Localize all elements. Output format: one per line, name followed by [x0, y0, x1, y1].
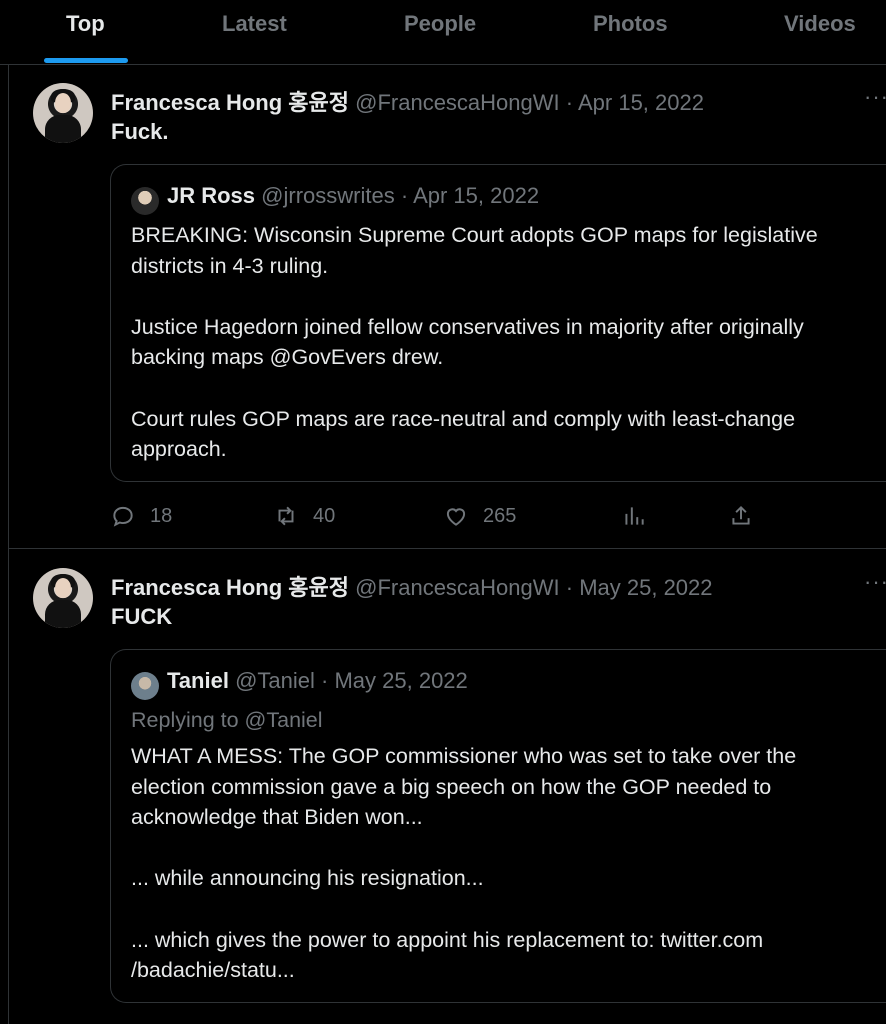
views-button[interactable] — [621, 500, 647, 532]
like-button[interactable]: 265 — [443, 500, 516, 532]
share-button[interactable] — [728, 500, 754, 532]
author-handle[interactable]: @FrancescaHongWI — [355, 575, 560, 600]
quote-avatar — [131, 672, 159, 700]
quote-body: BREAKING: Wisconsin Supreme Court adopts… — [131, 223, 818, 462]
avatar[interactable] — [33, 83, 93, 143]
quote-body: WHAT A MESS: The GOP commissioner who wa… — [131, 744, 797, 983]
retweet-count: 40 — [313, 504, 336, 527]
tweet-divider — [8, 548, 886, 549]
quote-date: · Apr 15, 2022 — [400, 183, 540, 208]
like-icon — [446, 508, 466, 526]
tweet-date[interactable]: · Apr 15, 2022 — [566, 90, 704, 115]
active-tab-indicator — [44, 58, 128, 63]
tab-top[interactable]: Top — [66, 0, 105, 50]
reply-icon — [113, 506, 133, 527]
quoted-tweet[interactable]: JR Ross @jrrosswrites · Apr 15, 2022 BRE… — [110, 164, 886, 482]
tweet-text: FUCK — [111, 604, 173, 629]
tweet-date[interactable]: · May 25, 2022 — [566, 575, 713, 600]
tab-people[interactable]: People — [404, 0, 476, 50]
search-tabs: Top Latest People Photos Videos — [0, 0, 886, 65]
quote-author-handle: @jrrosswrites — [261, 183, 395, 208]
reply-count: 18 — [150, 504, 173, 527]
quote-author-handle: @Taniel — [235, 668, 315, 693]
quote-author-name: JR Ross — [167, 183, 256, 208]
author-name[interactable]: Francesca Hong 홍윤정 — [111, 575, 349, 600]
tab-videos[interactable]: Videos — [784, 0, 856, 50]
reply-button[interactable]: 18 — [110, 500, 172, 532]
like-count: 265 — [483, 504, 517, 527]
tab-photos[interactable]: Photos — [593, 0, 668, 50]
replying-to: Replying to @Taniel — [131, 708, 323, 732]
retweet-icon — [278, 506, 294, 526]
tweet-header: Francesca Hong 홍윤정 @FrancescaHongWI · Ap… — [111, 85, 704, 117]
author-handle[interactable]: @FrancescaHongWI — [355, 90, 560, 115]
quote-header: Taniel @Taniel · May 25, 2022 — [167, 668, 468, 694]
tweet-text: Fuck. — [111, 119, 169, 144]
more-options-icon[interactable]: ··· — [864, 84, 886, 110]
column-border — [8, 64, 9, 1024]
views-icon — [625, 507, 644, 525]
tweet-header: Francesca Hong 홍윤정 @FrancescaHongWI · Ma… — [111, 570, 713, 602]
quoted-tweet[interactable]: Taniel @Taniel · May 25, 2022 Replying t… — [110, 649, 886, 1003]
quote-date: · May 25, 2022 — [321, 668, 468, 693]
share-icon — [732, 505, 750, 525]
quote-avatar — [131, 187, 159, 215]
more-options-icon[interactable]: ··· — [864, 569, 886, 595]
retweet-button[interactable]: 40 — [273, 500, 335, 532]
tab-latest[interactable]: Latest — [222, 0, 287, 50]
quote-author-name: Taniel — [167, 668, 229, 693]
avatar[interactable] — [33, 568, 93, 628]
quote-header: JR Ross @jrrosswrites · Apr 15, 2022 — [167, 183, 539, 209]
author-name[interactable]: Francesca Hong 홍윤정 — [111, 90, 349, 115]
